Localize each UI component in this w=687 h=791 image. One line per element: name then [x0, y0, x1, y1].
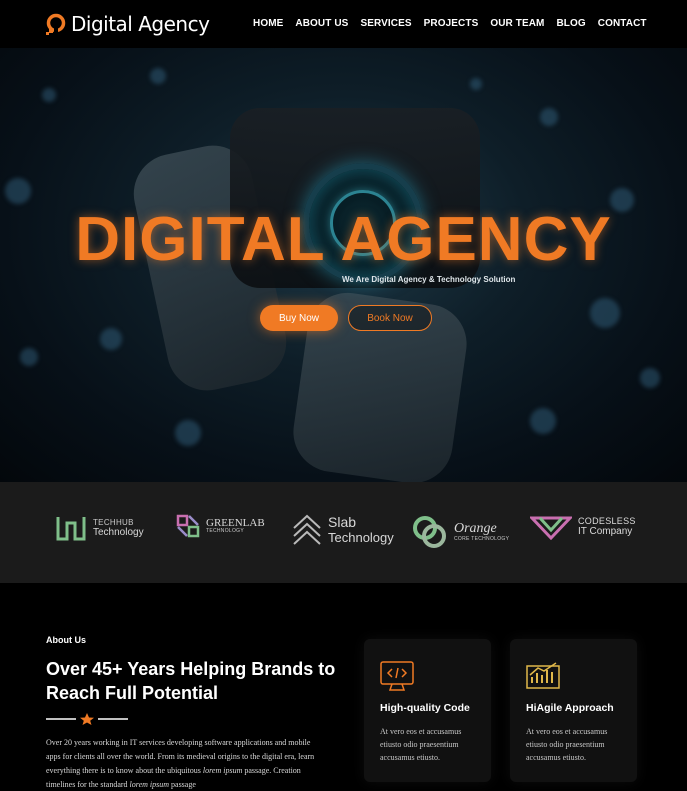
partner-codesless[interactable]: CODESLESS IT Company — [530, 514, 636, 540]
hero-bokeh — [42, 88, 56, 102]
about-text-emphasis: lorem ipsum — [129, 780, 170, 789]
feature-card-code[interactable]: High-quality Code At vero eos et accusam… — [364, 639, 491, 782]
chart-icon — [526, 662, 560, 689]
star-divider-icon — [46, 713, 128, 725]
hero-bokeh — [150, 68, 166, 84]
partner-orange[interactable]: Orange CORE TECHNOLOGY — [412, 514, 509, 550]
book-now-button[interactable]: Book Now — [348, 305, 432, 331]
nav-our-team[interactable]: OUR TEAM — [490, 18, 544, 29]
feature-card-title: HiAgile Approach — [526, 702, 614, 714]
partner-name: TECHHUB — [93, 517, 134, 527]
feature-card-title: High-quality Code — [380, 702, 470, 714]
hero-bokeh — [20, 348, 38, 366]
greenlab-logo-icon — [176, 514, 200, 538]
nav-home[interactable]: HOME — [253, 18, 283, 29]
hero-bokeh — [590, 298, 620, 328]
partner-logos-band: TECHHUB Technology GREENLAB TECHNOLOGY S… — [0, 482, 687, 583]
partner-tagline: IT Company — [578, 526, 633, 538]
hero-bokeh — [640, 368, 660, 388]
feature-card-agile[interactable]: HiAgile Approach At vero eos et accusamu… — [510, 639, 637, 782]
nav-services[interactable]: SERVICES — [360, 18, 411, 29]
hero-bokeh — [175, 420, 201, 446]
slab-logo-icon — [293, 514, 321, 545]
logo-icon — [46, 13, 66, 35]
nav-about-us[interactable]: ABOUT US — [295, 18, 348, 29]
feature-card-text: At vero eos et accusamus etiusto odio pr… — [526, 727, 608, 762]
nav-blog[interactable]: BLOG — [556, 18, 585, 29]
hero-bokeh — [530, 408, 556, 434]
partner-tagline: CORE TECHNOLOGY — [454, 536, 510, 543]
orange-logo-icon — [413, 516, 446, 548]
partner-slab[interactable]: Slab Technology — [292, 514, 394, 546]
hero-bokeh — [540, 108, 558, 126]
hero-title: DIGITAL AGENCY — [75, 205, 612, 274]
partner-name: CODESLESS — [578, 516, 636, 527]
partner-techhub[interactable]: TECHHUB Technology — [55, 514, 144, 542]
hero-subtitle: We Are Digital Agency & Technology Solut… — [342, 275, 516, 284]
codesless-logo-icon — [530, 516, 572, 540]
about-section: About Us Over 45+ Years Helping Brands t… — [0, 583, 687, 791]
site-header: Digital Agency HOME ABOUT US SERVICES PR… — [0, 0, 687, 48]
brand-logo[interactable]: Digital Agency — [45, 12, 210, 36]
nav-contact[interactable]: CONTACT — [598, 18, 647, 29]
brand-name: Digital Agency — [71, 12, 210, 36]
hero-section: DIGITAL AGENCY We Are Digital Agency & T… — [0, 48, 687, 482]
techhub-logo-icon — [56, 517, 86, 541]
about-description: Over 20 years working in IT services dev… — [46, 736, 318, 791]
partner-name: Orange — [454, 521, 497, 537]
hero-bokeh — [100, 328, 122, 350]
hero-bokeh — [5, 178, 31, 204]
nav-projects[interactable]: PROJECTS — [424, 18, 479, 29]
code-icon — [380, 661, 414, 691]
feature-card-text: At vero eos et accusamus etiusto odio pr… — [380, 727, 462, 762]
partner-tagline: Technology — [93, 526, 144, 538]
about-kicker: About Us — [46, 635, 86, 645]
partner-name: Slab — [328, 514, 357, 531]
main-nav: HOME ABOUT US SERVICES PROJECTS OUR TEAM… — [253, 18, 647, 29]
hero-bokeh — [470, 78, 482, 90]
about-title: Over 45+ Years Helping Brands to Reach F… — [46, 659, 336, 703]
partner-greenlab[interactable]: GREENLAB TECHNOLOGY — [176, 514, 265, 538]
about-text-emphasis: lorem ipsum — [202, 766, 243, 775]
buy-now-button[interactable]: Buy Now — [260, 305, 338, 331]
partner-tagline: TECHNOLOGY — [206, 528, 245, 535]
about-text-part: passage — [171, 780, 196, 789]
partner-tagline: Technology — [328, 529, 394, 545]
